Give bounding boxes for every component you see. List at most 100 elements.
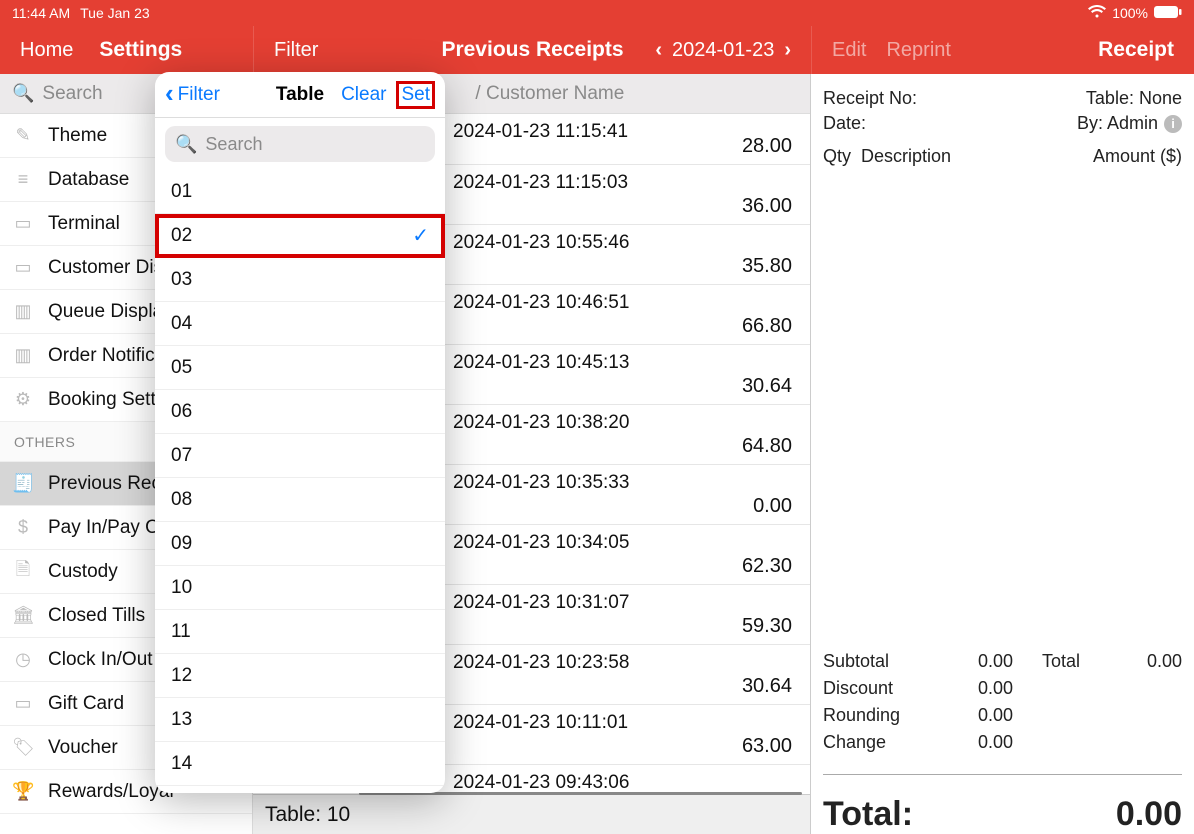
popover-option[interactable]: 08 (155, 478, 445, 522)
tag-icon: 🏷 (12, 737, 34, 758)
col-amount: Amount ($) (1093, 146, 1182, 167)
reprint-button[interactable]: Reprint (886, 39, 950, 62)
popover-back-button[interactable]: Filter (165, 84, 220, 106)
receipt-row-amount: 0.00 (753, 495, 792, 524)
sidebar-item-label: Voucher (48, 737, 118, 759)
popover-option[interactable]: 13 (155, 698, 445, 742)
receipt-no-label: Receipt No: (823, 88, 917, 109)
gear-icon: ⚙ (12, 389, 34, 410)
sidebar-item-label: Booking Settin (48, 389, 171, 411)
receipt-row-amount: 35.80 (742, 255, 792, 284)
sidebar-item-label: Theme (48, 125, 107, 147)
battery-icon (1154, 5, 1182, 22)
col-qty: Qty (823, 146, 851, 167)
receipt-row-amount: 28.00 (742, 135, 792, 164)
popover-set-button[interactable]: Set (396, 81, 435, 109)
receipt-row-datetime: 2024-01-23 10:35:33 (453, 465, 629, 494)
col-desc: Description (861, 146, 951, 167)
popover-option[interactable]: 04 (155, 302, 445, 346)
date-next-button[interactable]: › (784, 39, 791, 62)
home-button[interactable]: Home (20, 39, 73, 62)
popover-option[interactable]: 15 (155, 786, 445, 793)
popover-option[interactable]: 03 (155, 258, 445, 302)
popover-option-label: 07 (171, 445, 192, 467)
popover-option-label: 09 (171, 533, 192, 555)
receipt-icon: 🧾 (12, 473, 34, 494)
filter-table-popover: Filter Table Clear Set 🔍 Search 0102✓030… (155, 72, 445, 793)
receipt-by-label: By: Admin (1077, 113, 1158, 134)
popover-clear-button[interactable]: Clear (341, 84, 386, 106)
sidebar-search-placeholder: Search (42, 83, 102, 105)
receipt-row-datetime: 2024-01-23 10:34:05 (453, 525, 629, 554)
change-label: Change (823, 732, 953, 753)
sidebar-item-label: Order Notifica (48, 345, 165, 367)
popover-option-label: 03 (171, 269, 192, 291)
page-title: Previous Receipts (441, 38, 623, 62)
sidebar-item-label: Closed Tills (48, 605, 145, 627)
receipt-row-datetime: 2024-01-23 10:38:20 (453, 405, 629, 434)
cash-icon: $ (12, 517, 34, 538)
receipt-row-amount: 36.00 (742, 195, 792, 224)
popover-option-label: 06 (171, 401, 192, 423)
popover-option[interactable]: 05 (155, 346, 445, 390)
display-icon: ▭ (12, 257, 34, 278)
receipt-table-label: Table: None (1086, 88, 1182, 109)
sidebar-item-label: Queue Display (48, 301, 173, 323)
trophy-icon: 🏆 (12, 781, 34, 802)
search-icon: 🔍 (12, 83, 34, 104)
receipt-row-datetime: 2024-01-23 10:46:51 (453, 285, 629, 314)
popover-option-label: 02 (171, 225, 192, 247)
receipt-row-datetime: 2024-01-23 10:31:07 (453, 585, 629, 614)
battery-pct: 100% (1112, 5, 1148, 21)
clock-icon: ◷ (12, 649, 34, 670)
popover-option[interactable]: 10 (155, 566, 445, 610)
edit-button[interactable]: Edit (832, 39, 866, 62)
popover-option[interactable]: 01 (155, 170, 445, 214)
filter-button[interactable]: Filter (274, 39, 318, 62)
discount-label: Discount (823, 678, 953, 699)
popover-option[interactable]: 07 (155, 434, 445, 478)
info-icon[interactable]: i (1164, 115, 1182, 133)
receipt-row-datetime: 2024-01-23 10:55:46 (453, 225, 629, 254)
database-icon: ≡ (12, 169, 34, 190)
popover-option-label: 14 (171, 753, 192, 775)
popover-search[interactable]: 🔍 Search (165, 126, 435, 162)
total-label: Total (1042, 651, 1122, 672)
discount-value: 0.00 (953, 678, 1013, 699)
receipt-row-datetime: 2024-01-23 10:45:13 (453, 345, 629, 374)
receipt-row-amount: 30.64 (742, 375, 792, 404)
theme-icon: ✎ (12, 125, 34, 146)
rounding-label: Rounding (823, 705, 953, 726)
subtotal-label: Subtotal (823, 651, 953, 672)
gift-icon: ▭ (12, 693, 34, 714)
receipt-row-amount: 59.30 (742, 615, 792, 644)
popover-option[interactable]: 06 (155, 390, 445, 434)
popover-option-label: 01 (171, 181, 192, 203)
sidebar-item-label: Gift Card (48, 693, 124, 715)
popover-option[interactable]: 02✓ (155, 214, 445, 258)
date-prev-button[interactable]: ‹ (655, 39, 662, 62)
grand-total-label: Total: (823, 795, 913, 834)
sidebar-item-label: Custody (48, 561, 118, 583)
receipt-search-placeholder: / Customer Name (475, 83, 624, 105)
popover-option-label: 11 (171, 621, 191, 643)
receipt-tab[interactable]: Receipt (1098, 38, 1174, 62)
popover-option-label: 13 (171, 709, 192, 731)
receipt-row-datetime: 2024-01-23 11:15:03 (453, 165, 628, 194)
receipt-row-amount: 66.80 (742, 315, 792, 344)
date-display[interactable]: 2024-01-23 (672, 39, 774, 62)
sidebar-item-label: Clock In/Out (48, 649, 153, 671)
receipt-row-amount: 62.30 (742, 555, 792, 584)
popover-option[interactable]: 14 (155, 742, 445, 786)
terminal-icon: ▭ (12, 213, 34, 234)
popover-option-list: 01 02✓ 03 0405 06 07 08 09 10 11 12 13 14 15 (155, 170, 445, 793)
status-bar: 11:44 AM Tue Jan 23 100% (0, 0, 1194, 26)
receipt-date-label: Date: (823, 113, 866, 134)
popover-option[interactable]: 12 (155, 654, 445, 698)
popover-option[interactable]: 11 (155, 610, 445, 654)
popover-option[interactable]: 09 (155, 522, 445, 566)
popover-option-label: 10 (171, 577, 192, 599)
custody-icon: 🗎 (12, 557, 34, 587)
receipt-row-datetime: 2024-01-23 10:23:58 (453, 645, 629, 674)
grand-total-value: 0.00 (1116, 795, 1182, 834)
